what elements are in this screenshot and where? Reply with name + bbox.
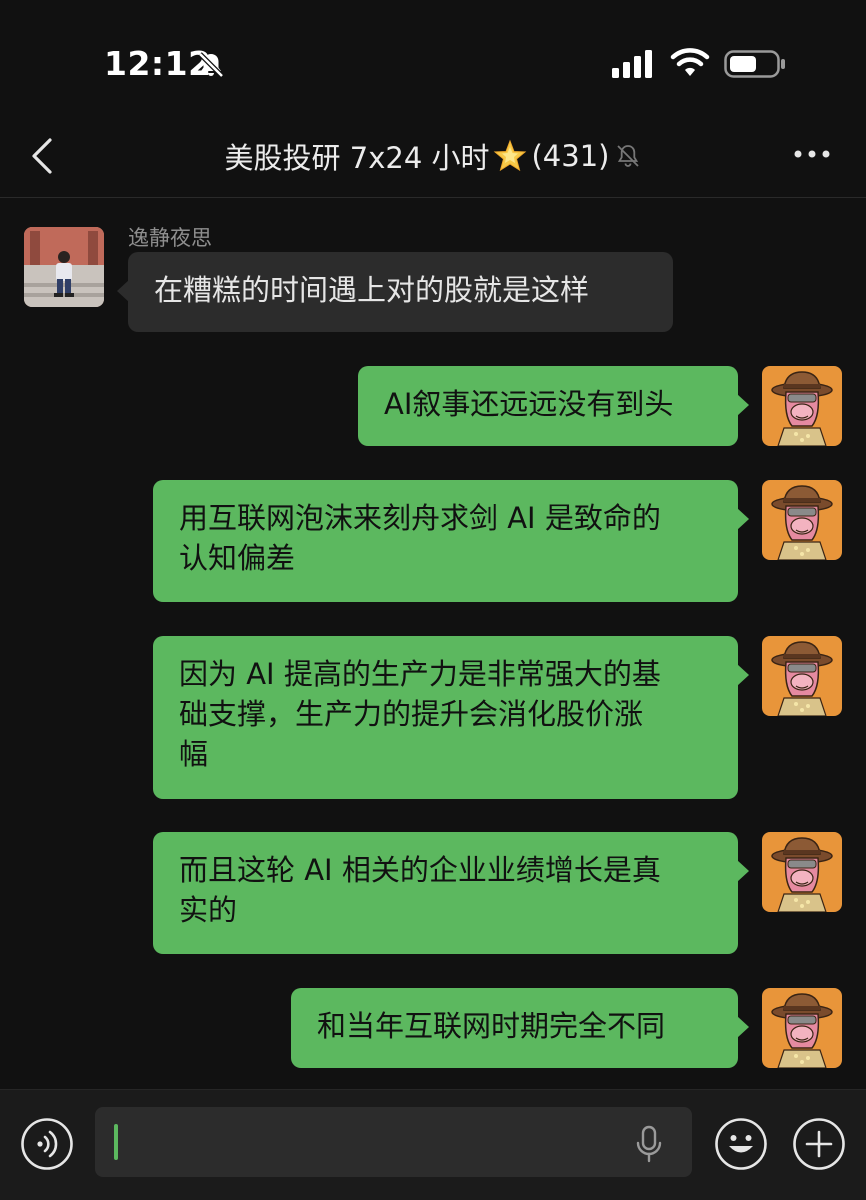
bell-off-icon [198, 52, 224, 78]
wifi-icon [670, 48, 710, 76]
message-input[interactable] [95, 1107, 692, 1177]
voice-input-button[interactable] [20, 1117, 74, 1171]
message-line: 础支撑，生产力的提升会消化股价涨 [179, 697, 644, 731]
add-attachment-button[interactable] [792, 1117, 846, 1171]
chat-title: 美股投研 7x24 小时 [224, 141, 490, 175]
message-bubble-outgoing[interactable]: AI叙事还远远没有到头 [358, 366, 749, 446]
cellular-signal-icon [612, 50, 652, 78]
bubble-tail [737, 508, 749, 530]
sender-avatar[interactable] [24, 227, 104, 307]
message-bubble-outgoing[interactable]: 用互联网泡沫来刻舟求剑 AI 是致命的 认知偏差 [153, 480, 749, 602]
message-line: 而且这轮 AI 相关的企业业绩增长是真 [179, 853, 661, 887]
bubble-tail [737, 860, 749, 882]
bubble-tail [737, 664, 749, 686]
message-text: AI叙事还远远没有到头 [384, 387, 674, 421]
star-icon [494, 139, 527, 172]
chat-screen: 12:12 美股投研 7x24 小时 (431) 逸静夜思 在糟糕的时间遇上对的… [0, 0, 866, 1200]
bubble-tail [737, 394, 749, 416]
bubble-tail [737, 1016, 749, 1038]
my-avatar[interactable] [762, 636, 842, 716]
my-avatar[interactable] [762, 832, 842, 912]
chat-title-group[interactable]: 美股投研 7x24 小时 (431) [0, 136, 866, 176]
more-options-icon[interactable] [792, 144, 832, 164]
mute-bell-icon [617, 145, 640, 167]
input-bar [0, 1089, 866, 1200]
bubble-tail [117, 280, 129, 302]
my-avatar[interactable] [762, 988, 842, 1068]
battery-icon [724, 50, 785, 78]
sender-name: 逸静夜思 [128, 226, 212, 250]
emoji-button[interactable] [714, 1117, 768, 1171]
microphone-icon[interactable] [634, 1124, 664, 1164]
message-text: 和当年互联网时期完全不同 [317, 1009, 666, 1043]
text-caret [114, 1124, 118, 1160]
status-bar: 12:12 [0, 0, 866, 110]
my-avatar[interactable] [762, 366, 842, 446]
nav-bar: 美股投研 7x24 小时 (431) [0, 110, 866, 198]
message-bubble-outgoing[interactable]: 和当年互联网时期完全不同 [291, 988, 749, 1068]
message-bubble-incoming[interactable]: 在糟糕的时间遇上对的股就是这样 [117, 252, 673, 332]
message-text: 在糟糕的时间遇上对的股就是这样 [154, 273, 590, 307]
my-avatar[interactable] [762, 480, 842, 560]
message-bubble-outgoing[interactable]: 而且这轮 AI 相关的企业业绩增长是真 实的 [153, 832, 749, 954]
message-bubble-outgoing[interactable]: 因为 AI 提高的生产力是非常强大的基 础支撑，生产力的提升会消化股价涨 幅 [153, 636, 749, 799]
member-count: (431) [531, 139, 610, 173]
